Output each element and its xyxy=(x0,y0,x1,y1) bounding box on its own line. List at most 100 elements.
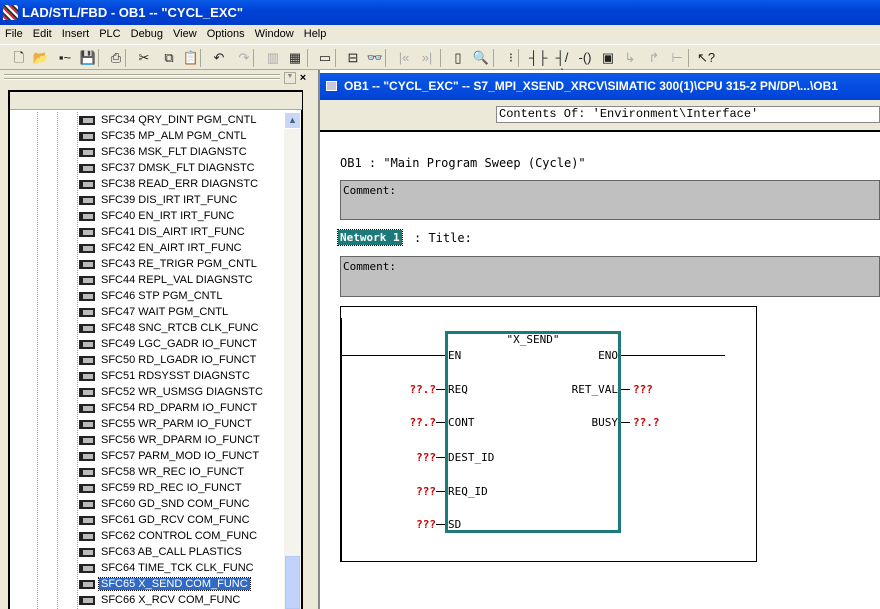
tree-item-label: SFC57 PARM_MOD IO_FUNCT xyxy=(101,450,260,462)
tree-scrollbar[interactable] xyxy=(284,112,301,609)
paste-icon[interactable]: 📋 xyxy=(182,49,200,67)
tree-item[interactable]: SFC40 EN_IRT IRT_FUNC xyxy=(79,208,236,224)
tree-item[interactable]: SFC50 RD_LGADR IO_FUNCT xyxy=(79,352,258,368)
tree-item[interactable]: SFC62 CONTROL COM_FUNC xyxy=(79,528,259,544)
input-pin-en: EN xyxy=(448,349,462,362)
tree-item-label: SFC59 RD_REC IO_FUNCT xyxy=(101,482,242,494)
tree-item[interactable]: SFC47 WAIT PGM_CNTL xyxy=(79,304,230,320)
tree-item[interactable]: SFC51 RDSYSST DIAGNSTC xyxy=(79,368,252,384)
open-icon[interactable]: 📂 xyxy=(32,49,50,67)
empty-box-icon[interactable]: ▣ xyxy=(599,49,617,67)
network-comment[interactable]: Comment: xyxy=(340,256,880,297)
tree-item[interactable]: SFC39 DIS_IRT IRT_FUNC xyxy=(79,192,239,208)
tree-item[interactable]: SFC65 X_SEND COM_FUNC xyxy=(79,576,251,592)
tree-item[interactable]: SFC37 DMSK_FLT DIAGNSTC xyxy=(79,160,257,176)
redo-icon[interactable]: ↷ xyxy=(235,49,253,67)
menu-options[interactable]: Options xyxy=(202,25,250,43)
tree-item[interactable]: SFC61 GD_RCV COM_FUNC xyxy=(79,512,252,528)
save-icon[interactable]: 💾 xyxy=(79,49,97,67)
tree-item[interactable]: SFC46 STP PGM_CNTL xyxy=(79,288,224,304)
details-icon[interactable]: 🔍 xyxy=(472,49,490,67)
tree-item[interactable]: SFC43 RE_TRIGR PGM_CNTL xyxy=(79,256,259,272)
input-operand[interactable]: ??? xyxy=(416,518,436,531)
output-operand[interactable]: ??? xyxy=(633,383,653,396)
overview-icon[interactable]: ▭ xyxy=(316,49,334,67)
tree-item[interactable]: SFC59 RD_REC IO_FUNCT xyxy=(79,480,244,496)
close-icon[interactable]: × xyxy=(297,72,309,84)
menu-edit[interactable]: Edit xyxy=(28,25,57,43)
tree-item[interactable]: SFC44 REPL_VAL DIAGNSTC xyxy=(79,272,255,288)
scroll-thumb[interactable] xyxy=(285,556,300,609)
menu-insert[interactable]: Insert xyxy=(57,25,95,43)
accessible-nodes-icon[interactable]: ▪~ xyxy=(56,49,74,67)
block-comment[interactable]: Comment: xyxy=(340,180,880,220)
tree-item-label: SFC44 REPL_VAL DIAGNSTC xyxy=(101,274,253,286)
connection-icon[interactable]: ⊢ xyxy=(668,49,686,67)
output-operand[interactable]: ??.? xyxy=(633,416,660,429)
function-block-icon xyxy=(79,163,95,173)
tree-item-label: SFC58 WR_REC IO_FUNCT xyxy=(101,466,245,478)
input-operand[interactable]: ??? xyxy=(416,451,436,464)
menu-plc[interactable]: PLC xyxy=(94,25,125,43)
network-title[interactable]: : Title: xyxy=(414,231,472,245)
tree-item[interactable]: SFC35 MP_ALM PGM_CNTL xyxy=(79,128,248,144)
output-pin-ret_val: RET_VAL xyxy=(571,383,618,396)
copy-icon[interactable]: ⧉ xyxy=(160,49,178,67)
tree-item[interactable]: SFC66 X_RCV COM_FUNC xyxy=(79,592,242,608)
normally-closed-contact-icon[interactable]: ┤/├ xyxy=(553,49,571,83)
undo-icon[interactable]: ↶ xyxy=(210,49,228,67)
network-icon[interactable]: ⊟ xyxy=(344,49,362,67)
tree-item[interactable]: SFC41 DIS_AIRT IRT_FUNC xyxy=(79,224,247,240)
print-icon[interactable]: ⎙ xyxy=(107,49,125,67)
input-operand[interactable]: ??.? xyxy=(410,383,437,396)
tree-item[interactable]: SFC49 LGC_GADR IO_FUNCT xyxy=(79,336,259,352)
dropdown-icon[interactable]: ▼ xyxy=(284,72,296,84)
coil-icon[interactable]: -() xyxy=(576,49,594,67)
menu-window[interactable]: Window xyxy=(250,25,299,43)
download-icon[interactable]: ▦ xyxy=(286,49,304,67)
tree-item[interactable]: SFC34 QRY_DINT PGM_CNTL xyxy=(79,112,258,128)
menu-debug[interactable]: Debug xyxy=(126,25,168,43)
tree-item[interactable]: SFC55 WR_PARM IO_FUNCT xyxy=(79,416,254,432)
branch-open-icon[interactable]: ↳ xyxy=(621,49,639,67)
tree-item[interactable]: SFC52 WR_USMSG DIAGNSTC xyxy=(79,384,265,400)
menu-file[interactable]: File xyxy=(0,25,28,43)
tree-item[interactable]: SFC56 WR_DPARM IO_FUNCT xyxy=(79,432,262,448)
normally-open-contact-icon[interactable]: ┤├ xyxy=(529,49,547,67)
tree-item[interactable]: SFC54 RD_DPARM IO_FUNCT xyxy=(79,400,259,416)
tree-item-label: SFC47 WAIT PGM_CNTL xyxy=(101,306,229,318)
tree-item-label: SFC60 GD_SND COM_FUNC xyxy=(101,498,250,510)
fb-block-x-send[interactable] xyxy=(445,331,621,533)
cut-icon[interactable]: ✂ xyxy=(135,49,153,67)
window-icon xyxy=(326,81,337,91)
tree-item[interactable]: SFC48 SNC_RTCB CLK_FUNC xyxy=(79,320,261,336)
output-pin-eno: ENO xyxy=(598,349,618,362)
branch-close-icon[interactable]: ↱ xyxy=(645,49,663,67)
block-title[interactable]: OB1 : "Main Program Sweep (Cycle)" xyxy=(340,156,586,170)
tree-item[interactable]: SFC63 AB_CALL PLASTICS xyxy=(79,544,244,560)
tree-item[interactable]: SFC42 EN_AIRT IRT_FUNC xyxy=(79,240,244,256)
scroll-up-icon[interactable]: ▲ xyxy=(284,112,301,129)
input-operand[interactable]: ??? xyxy=(416,485,436,498)
program-elements-icon[interactable]: ▯ xyxy=(449,49,467,67)
tree-item-label: SFC35 MP_ALM PGM_CNTL xyxy=(101,130,247,142)
menu-help[interactable]: Help xyxy=(299,25,332,43)
input-operand[interactable]: ??.? xyxy=(410,416,437,429)
new-icon[interactable]: 🗋 xyxy=(10,49,28,67)
tree-item[interactable]: SFC58 WR_REC IO_FUNCT xyxy=(79,464,246,480)
tree-item[interactable]: SFC60 GD_SND COM_FUNC xyxy=(79,496,252,512)
help-icon[interactable]: ↖? xyxy=(697,49,715,67)
network-label[interactable]: Network 1 xyxy=(337,229,403,246)
tree-item-label: SFC66 X_RCV COM_FUNC xyxy=(101,594,241,606)
monitor-icon[interactable]: 👓 xyxy=(366,49,384,67)
menu-view[interactable]: View xyxy=(168,25,202,43)
load-icon[interactable]: ▥ xyxy=(264,49,282,67)
tree-item[interactable]: SFC64 TIME_TCK CLK_FUNC xyxy=(79,560,256,576)
tree-item[interactable]: SFC57 PARM_MOD IO_FUNCT xyxy=(79,448,261,464)
first-icon[interactable]: |« xyxy=(395,49,413,67)
function-block-icon xyxy=(79,435,95,445)
last-icon[interactable]: »| xyxy=(418,49,436,67)
tree-item[interactable]: SFC36 MSK_FLT DIAGNSTC xyxy=(79,144,249,160)
function-block-icon xyxy=(79,307,95,317)
tree-item[interactable]: SFC38 READ_ERR DIAGNSTC xyxy=(79,176,260,192)
